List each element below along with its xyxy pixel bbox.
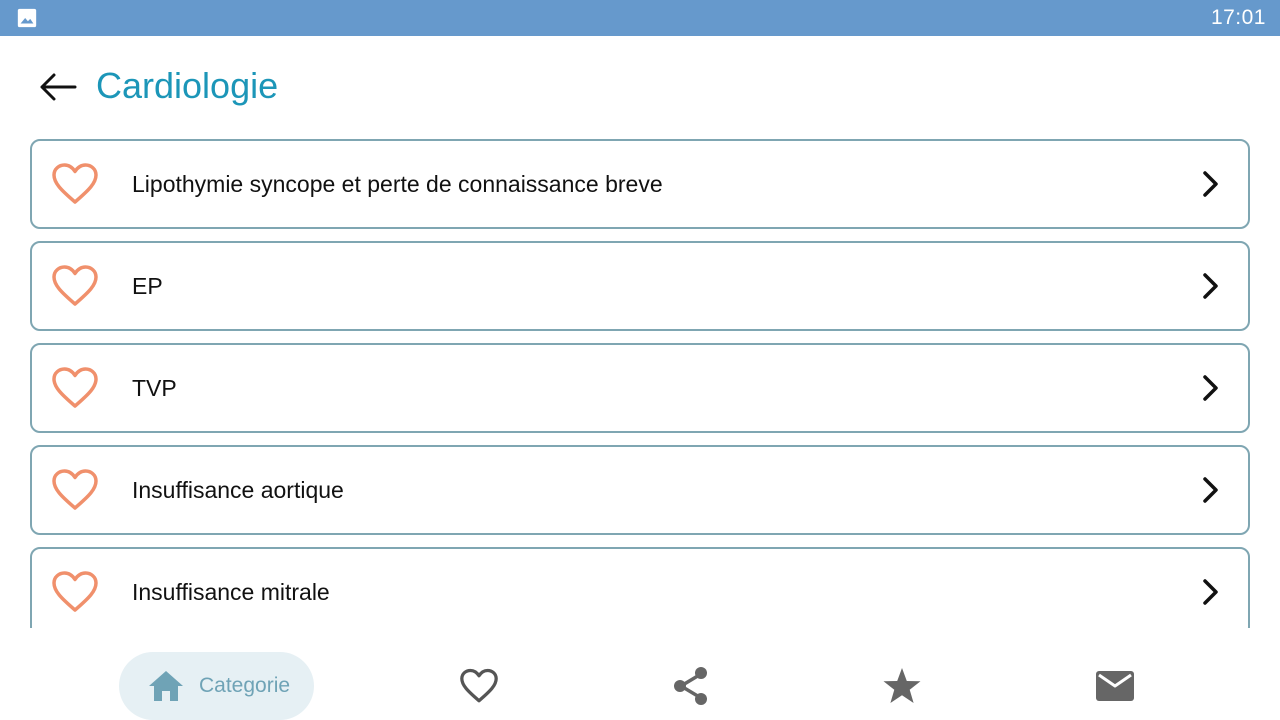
list-item[interactable]: Lipothymie syncope et perte de connaissa… (30, 139, 1250, 229)
list-item-label: Insuffisance aortique (132, 476, 344, 503)
list-item[interactable]: TVP (30, 343, 1250, 433)
star-icon (882, 667, 922, 705)
status-bar: 17:01 (0, 0, 1280, 36)
chevron-right-icon (1196, 475, 1226, 505)
arrow-left-icon (37, 71, 77, 103)
share-icon (672, 666, 710, 706)
image-icon (16, 7, 38, 29)
heart-outline-icon[interactable] (50, 569, 100, 615)
status-clock: 17:01 (1210, 6, 1266, 29)
nav-categorie[interactable]: Categorie (119, 652, 314, 720)
list-item[interactable]: Insuffisance mitrale (30, 547, 1250, 628)
chevron-right-icon (1196, 373, 1226, 403)
chevron-right-icon (1196, 169, 1226, 199)
list-item-label: TVP (132, 374, 177, 401)
list-item[interactable]: EP (30, 241, 1250, 331)
chevron-right-icon (1196, 271, 1226, 301)
mail-icon (1095, 670, 1135, 702)
chevron-right-icon (1196, 577, 1226, 607)
bottom-nav: Categorie (0, 628, 1280, 720)
page-title: Cardiologie (96, 65, 279, 106)
list-item-label: EP (132, 272, 163, 299)
category-list[interactable]: Lipothymie syncope et perte de connaissa… (0, 136, 1280, 628)
heart-outline-icon (459, 668, 499, 704)
nav-rate[interactable] (872, 652, 932, 720)
heart-outline-icon[interactable] (50, 365, 100, 411)
list-item-label: Lipothymie syncope et perte de connaissa… (132, 170, 663, 197)
nav-contact[interactable] (1085, 652, 1145, 720)
heart-outline-icon[interactable] (50, 467, 100, 513)
nav-share[interactable] (661, 652, 721, 720)
list-item[interactable]: Insuffisance aortique (30, 445, 1250, 535)
app-header: Cardiologie (0, 36, 1280, 136)
home-icon (147, 669, 185, 703)
back-button[interactable] (34, 64, 80, 110)
heart-outline-icon[interactable] (50, 263, 100, 309)
nav-categorie-label: Categorie (199, 674, 291, 697)
heart-outline-icon[interactable] (50, 161, 100, 207)
list-item-label: Insuffisance mitrale (132, 578, 330, 605)
nav-favorites[interactable] (449, 652, 509, 720)
